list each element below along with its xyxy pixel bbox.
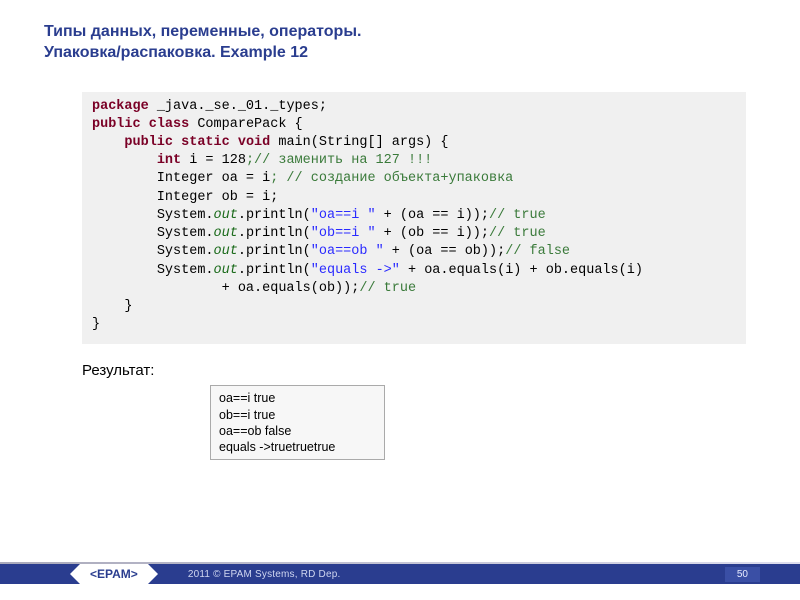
- s1: "oa==i ": [311, 208, 376, 223]
- p2b: + (ob == i));: [376, 226, 489, 241]
- s3: "oa==ob ": [311, 244, 384, 259]
- kw-void: void: [238, 135, 270, 150]
- s4: "equals ->": [311, 263, 400, 278]
- out1: out: [214, 208, 238, 223]
- sys1: System.: [157, 208, 214, 223]
- sys3: System.: [157, 244, 214, 259]
- title-line-2: Упаковка/распаковка. Example 12: [44, 44, 308, 61]
- p4b: + oa.equals(i) + ob.equals(i): [400, 263, 643, 278]
- result-box: oa==i true ob==i true oa==ob false equal…: [210, 385, 385, 460]
- sys4: System.: [157, 263, 214, 278]
- footer-copyright: 2011 © EPAM Systems, RD Dep.: [188, 569, 341, 580]
- s2: "ob==i ": [311, 226, 376, 241]
- kw-package: package: [92, 99, 149, 114]
- p4c: + oa.equals(ob));: [92, 281, 359, 296]
- out3: out: [214, 244, 238, 259]
- p1b: + (oa == i));: [376, 208, 489, 223]
- line-oa: Integer oa = i: [92, 171, 270, 186]
- comment-2: ; // создание объекта+упаковка: [270, 171, 513, 186]
- kw-class: class: [149, 117, 190, 132]
- p1a: .println(: [238, 208, 311, 223]
- package-name: _java._se._01._types;: [149, 99, 327, 114]
- epam-logo: <EPAM>: [80, 564, 148, 584]
- kw-public2: public: [124, 135, 173, 150]
- c3: // false: [505, 244, 570, 259]
- logo-text: EPAM: [97, 567, 131, 581]
- p4a: .println(: [238, 263, 311, 278]
- page-number: 50: [725, 567, 760, 582]
- comment-1: ;// заменить на 127 !!!: [246, 153, 432, 168]
- main-sig: main(String[] args) {: [270, 135, 448, 150]
- code-block: package _java._se._01._types; public cla…: [82, 92, 746, 345]
- p2a: .println(: [238, 226, 311, 241]
- c4: // true: [359, 281, 416, 296]
- slide-title: Типы данных, переменные, операторы. Упак…: [0, 0, 800, 74]
- p3b: + (oa == ob));: [384, 244, 506, 259]
- line-ob: Integer ob = i;: [92, 190, 278, 205]
- class-name: ComparePack {: [189, 117, 302, 132]
- kw-int: int: [157, 153, 181, 168]
- close1: }: [92, 299, 133, 314]
- c1: // true: [489, 208, 546, 223]
- result-label: Результат:: [82, 362, 800, 379]
- int-decl: i = 128: [181, 153, 246, 168]
- kw-static: static: [181, 135, 230, 150]
- sys2: System.: [157, 226, 214, 241]
- out2: out: [214, 226, 238, 241]
- footer: <EPAM> 2011 © EPAM Systems, RD Dep. 50: [0, 564, 800, 584]
- p3a: .println(: [238, 244, 311, 259]
- c2: // true: [489, 226, 546, 241]
- out4: out: [214, 263, 238, 278]
- close2: }: [92, 317, 100, 332]
- title-line-1: Типы данных, переменные, операторы.: [44, 23, 361, 40]
- kw-public: public: [92, 117, 141, 132]
